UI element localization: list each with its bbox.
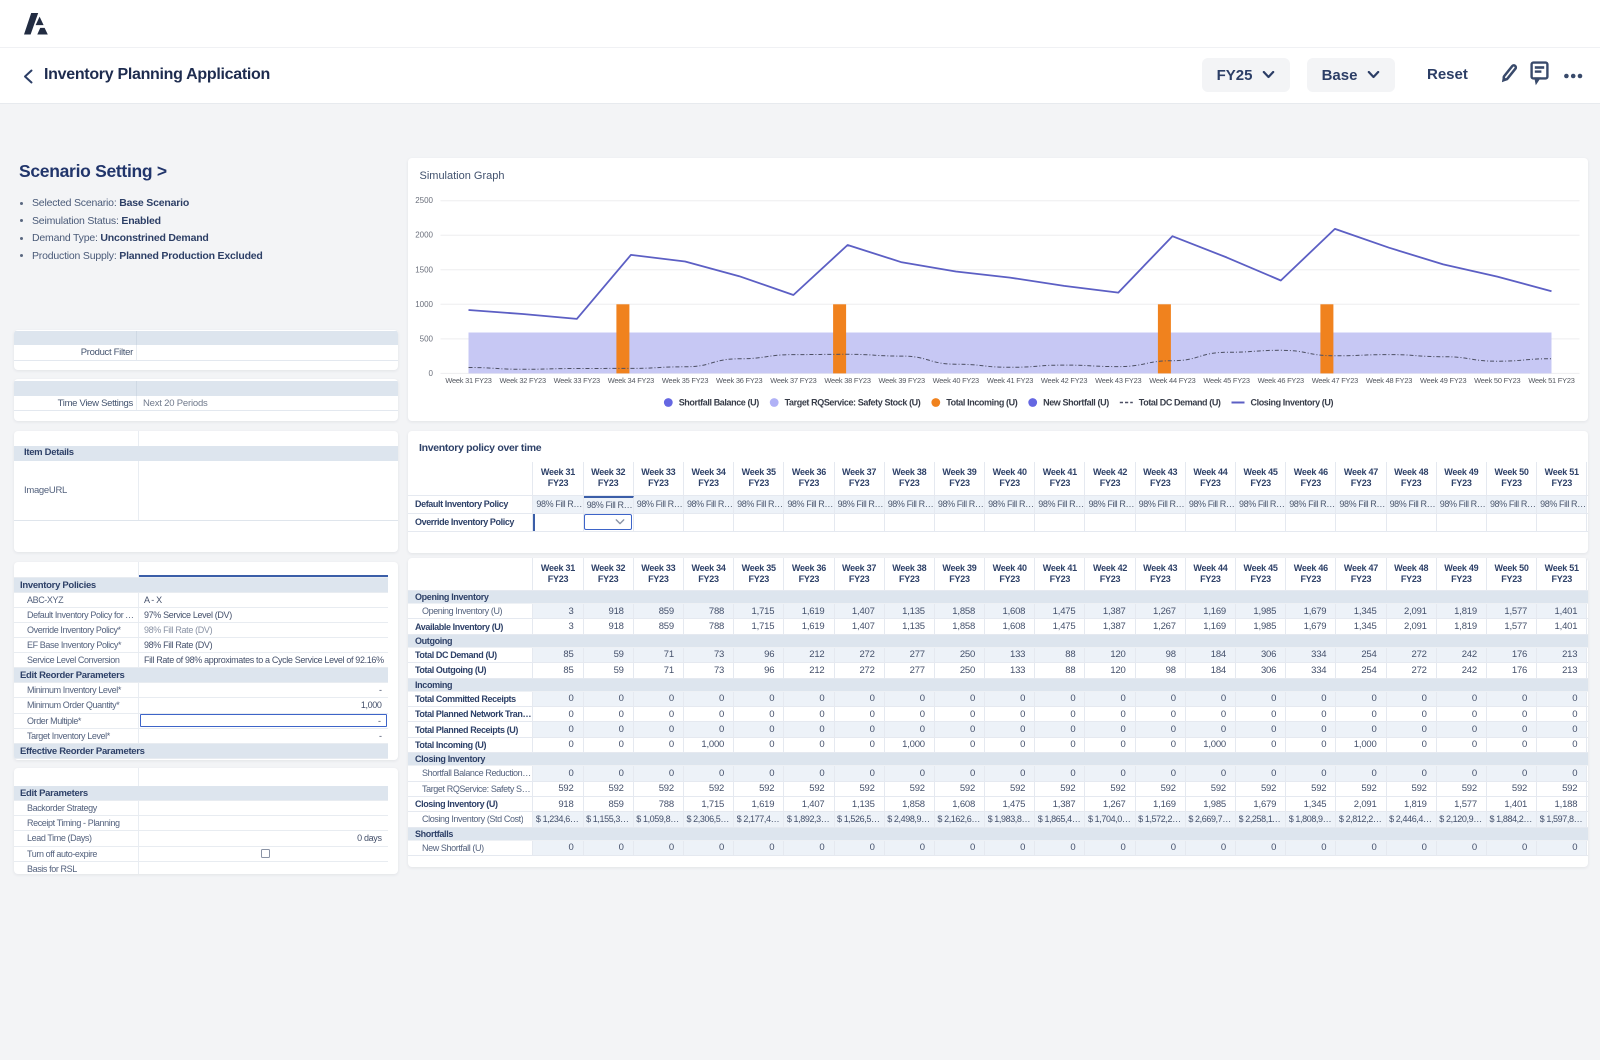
svg-text:Week 46 FY23: Week 46 FY23 — [1257, 376, 1303, 385]
svg-text:New Shortfall (U): New Shortfall (U) — [1043, 397, 1109, 407]
svg-text:Week 35 FY23: Week 35 FY23 — [661, 376, 707, 385]
svg-text:Week 47 FY23: Week 47 FY23 — [1311, 376, 1357, 385]
svg-text:Week 41 FY23: Week 41 FY23 — [986, 376, 1032, 385]
svg-text:Week 44 FY23: Week 44 FY23 — [1149, 376, 1195, 385]
svg-text:500: 500 — [419, 334, 433, 343]
svg-text:Week 51 FY23: Week 51 FY23 — [1528, 376, 1574, 385]
svg-text:Simulation Graph: Simulation Graph — [419, 170, 504, 182]
svg-text:Week 34 FY23: Week 34 FY23 — [607, 376, 653, 385]
svg-text:Shortfall Balance (U): Shortfall Balance (U) — [678, 397, 759, 407]
svg-text:Week 36 FY23: Week 36 FY23 — [716, 376, 762, 385]
svg-text:Week 40 FY23: Week 40 FY23 — [932, 376, 978, 385]
svg-text:Week 37 FY23: Week 37 FY23 — [770, 376, 816, 385]
svg-text:Target RQService: Safety Stock: Target RQService: Safety Stock (U) — [784, 397, 920, 407]
svg-text:Total Incoming (U): Total Incoming (U) — [946, 397, 1018, 407]
svg-text:Closing Inventory (U): Closing Inventory (U) — [1250, 397, 1333, 407]
svg-text:Week 33 FY23: Week 33 FY23 — [553, 376, 599, 385]
svg-text:Week 49 FY23: Week 49 FY23 — [1420, 376, 1466, 385]
svg-text:Week 38 FY23: Week 38 FY23 — [824, 376, 870, 385]
svg-text:0: 0 — [428, 369, 433, 378]
svg-text:Week 43 FY23: Week 43 FY23 — [1095, 376, 1141, 385]
svg-text:2500: 2500 — [415, 196, 433, 205]
svg-text:Week 32 FY23: Week 32 FY23 — [499, 376, 545, 385]
svg-text:2000: 2000 — [415, 230, 433, 239]
svg-text:Week 39 FY23: Week 39 FY23 — [878, 376, 924, 385]
svg-text:Week 42 FY23: Week 42 FY23 — [1040, 376, 1086, 385]
svg-text:1500: 1500 — [415, 265, 433, 274]
svg-text:Total DC Demand (U): Total DC Demand (U) — [1138, 397, 1220, 407]
svg-text:Week 45 FY23: Week 45 FY23 — [1203, 376, 1249, 385]
svg-text:Week 48 FY23: Week 48 FY23 — [1365, 376, 1411, 385]
svg-text:Week 50 FY23: Week 50 FY23 — [1474, 376, 1520, 385]
svg-text:Week 31 FY23: Week 31 FY23 — [445, 376, 491, 385]
svg-text:1000: 1000 — [415, 300, 433, 309]
